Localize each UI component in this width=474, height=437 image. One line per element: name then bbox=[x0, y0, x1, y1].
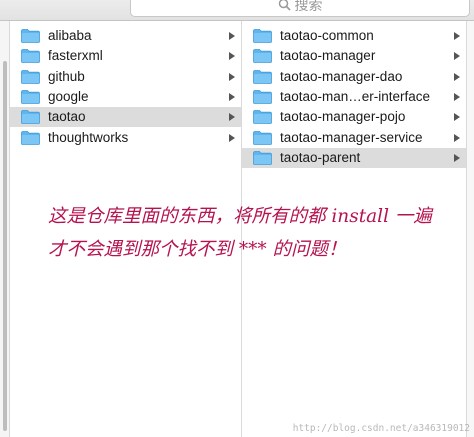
folder-row[interactable]: alibaba bbox=[10, 26, 241, 46]
disclosure-arrow-icon bbox=[454, 113, 460, 122]
folder-row[interactable]: taotao-manager bbox=[242, 46, 466, 66]
watermark: http://blog.csdn.net/a346319012 bbox=[292, 423, 470, 434]
disclosure-arrow-icon bbox=[454, 92, 460, 101]
folder-icon bbox=[253, 69, 272, 84]
disclosure-arrow-icon bbox=[454, 32, 460, 40]
disclosure-arrow-icon bbox=[454, 72, 460, 81]
folder-row[interactable]: taotao-common bbox=[242, 26, 466, 46]
folder-row[interactable]: thoughtworks bbox=[10, 128, 241, 148]
disclosure-arrow-icon bbox=[229, 113, 235, 122]
folder-label: taotao-manager-dao bbox=[280, 68, 403, 84]
folder-row[interactable]: taotao-manager-dao bbox=[242, 67, 466, 87]
folder-label: google bbox=[48, 88, 89, 104]
disclosure-arrow-icon bbox=[229, 32, 235, 40]
folder-label: alibaba bbox=[48, 28, 92, 43]
folder-icon bbox=[21, 69, 40, 84]
disclosure-arrow-icon bbox=[454, 153, 460, 162]
folder-label: taotao-parent bbox=[280, 149, 361, 165]
disclosure-arrow-icon bbox=[229, 52, 235, 61]
search-icon bbox=[278, 0, 291, 11]
folder-label: taotao-manager-pojo bbox=[280, 109, 406, 125]
annotation-text: 这是仓库里面的东西，将所有的都 install 一遍 才不会遇到那个找不到 **… bbox=[48, 200, 468, 266]
disclosure-arrow-icon bbox=[454, 133, 460, 142]
folder-row[interactable]: github bbox=[10, 67, 241, 87]
annotation-line-1: 这是仓库里面的东西，将所有的都 install 一遍 bbox=[48, 206, 432, 227]
folder-label: taotao-man…er-interface bbox=[280, 88, 431, 104]
scrollbar-thumb[interactable] bbox=[3, 61, 7, 431]
annotation-line-2: 才不会遇到那个找不到 *** 的问题！ bbox=[48, 239, 347, 260]
folder-row[interactable]: taotao-man…er-interface bbox=[242, 87, 466, 107]
folder-label: taotao-manager bbox=[280, 48, 376, 64]
folder-icon bbox=[253, 49, 272, 64]
folder-row[interactable]: fasterxml bbox=[10, 46, 241, 66]
folder-label: thoughtworks bbox=[48, 129, 129, 145]
folder-row[interactable]: taotao-manager-pojo bbox=[242, 107, 466, 127]
folder-icon bbox=[21, 29, 40, 43]
column-edge bbox=[467, 21, 474, 437]
folder-icon bbox=[253, 110, 272, 125]
folder-icon bbox=[21, 49, 40, 64]
folder-label: taotao-manager-service bbox=[280, 129, 423, 145]
disclosure-arrow-icon bbox=[229, 92, 235, 101]
disclosure-arrow-icon bbox=[229, 133, 235, 142]
left-scrollbar[interactable] bbox=[0, 21, 10, 437]
folder-row[interactable]: taotao-parent bbox=[242, 147, 466, 168]
folder-icon bbox=[21, 130, 40, 145]
folder-row[interactable]: taotao bbox=[10, 107, 241, 128]
folder-row[interactable]: google bbox=[10, 87, 241, 107]
folder-label: github bbox=[48, 68, 85, 84]
folder-label: taotao-common bbox=[280, 28, 374, 43]
folder-icon bbox=[253, 130, 272, 145]
folder-row[interactable]: taotao-manager-service bbox=[242, 128, 466, 148]
folder-icon bbox=[21, 110, 40, 125]
folder-label: fasterxml bbox=[48, 48, 103, 64]
folder-icon bbox=[253, 150, 272, 165]
folder-icon bbox=[253, 89, 272, 104]
folder-icon bbox=[21, 89, 40, 104]
folder-label: taotao bbox=[48, 109, 86, 125]
search-placeholder: 搜索 bbox=[294, 0, 323, 13]
folder-icon bbox=[253, 29, 272, 43]
search-field[interactable]: 搜索 bbox=[130, 0, 470, 17]
finder-toolbar: 搜索 bbox=[0, 0, 474, 21]
disclosure-arrow-icon bbox=[229, 72, 235, 81]
disclosure-arrow-icon bbox=[454, 52, 460, 61]
